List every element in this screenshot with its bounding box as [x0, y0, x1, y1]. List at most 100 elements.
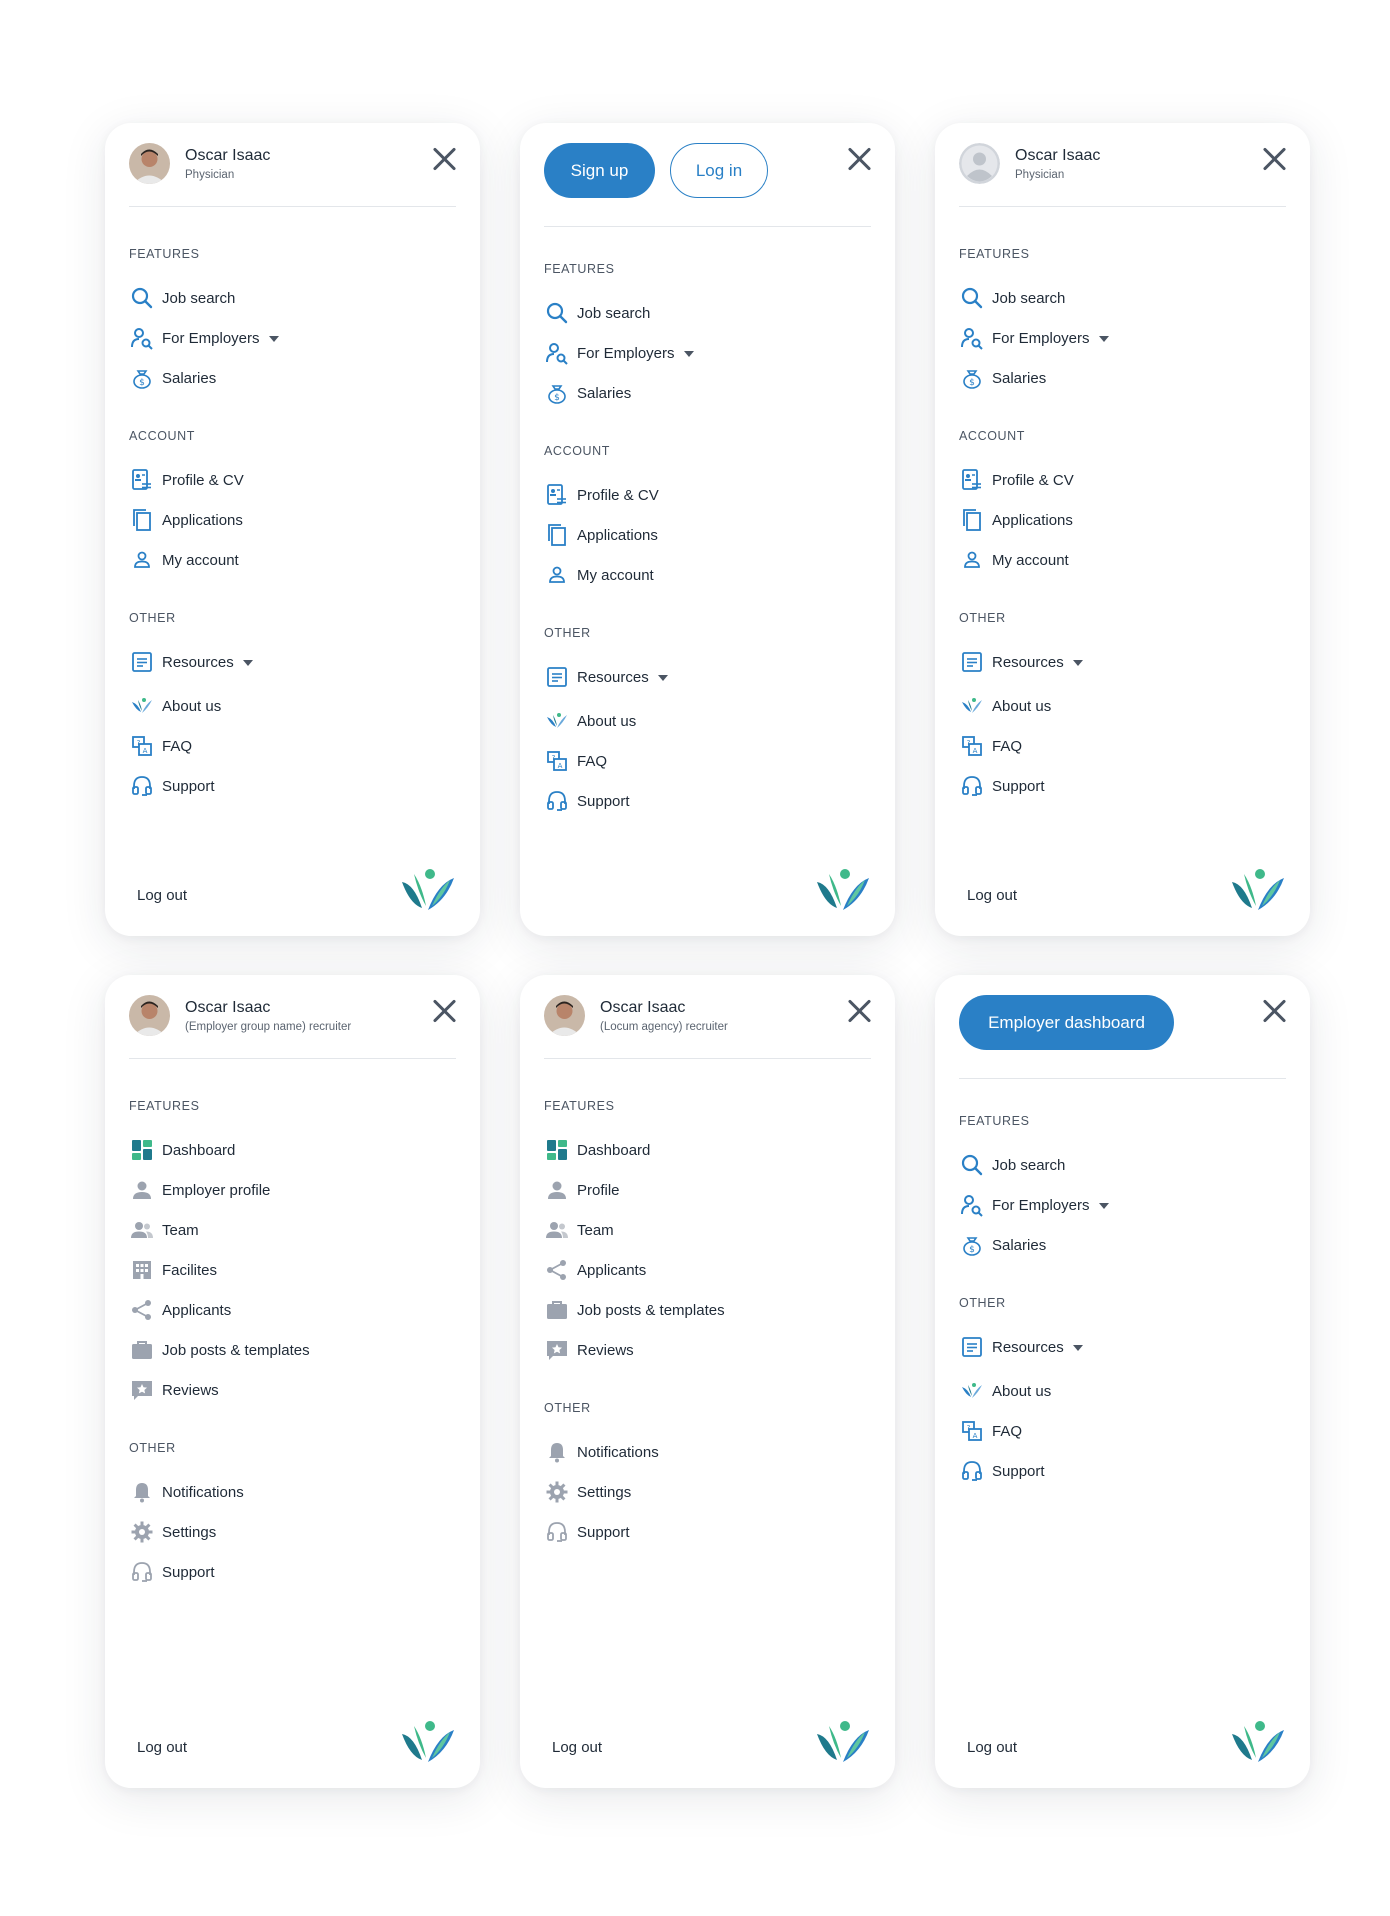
menu-item-about-us[interactable]: About us — [129, 686, 456, 726]
chevron-down-icon[interactable] — [1072, 659, 1083, 666]
menu-item-team[interactable]: Team — [544, 1210, 871, 1250]
brand-logo — [1230, 1720, 1286, 1766]
avatar[interactable] — [129, 143, 170, 184]
menu-item-label: Dashboard — [577, 1141, 651, 1159]
logout-link[interactable]: Log out — [967, 1739, 1017, 1756]
menu-item-resources[interactable]: Resources — [959, 1327, 1286, 1367]
menu-item-facilities[interactable]: Facilites — [129, 1250, 456, 1290]
avatar[interactable] — [129, 995, 170, 1036]
menu-item-faq[interactable]: ? A FAQ — [959, 726, 1286, 766]
menu-item-support[interactable]: Support — [129, 1552, 456, 1592]
menu-item-about-us[interactable]: About us — [959, 686, 1286, 726]
menu-item-support[interactable]: Support — [544, 1512, 871, 1552]
menu-item-reviews[interactable]: Reviews — [544, 1330, 871, 1370]
close-icon[interactable] — [1261, 998, 1287, 1024]
menu-item-employer-profile[interactable]: Employer profile — [129, 1170, 456, 1210]
menu-item-reviews[interactable]: Reviews — [129, 1370, 456, 1410]
avatar[interactable] — [544, 995, 585, 1036]
close-icon[interactable] — [431, 998, 457, 1024]
menu-item-for-employers[interactable]: For Employers — [959, 318, 1286, 358]
menu-item-for-employers[interactable]: For Employers — [544, 333, 871, 373]
menu-item-about-us[interactable]: About us — [959, 1371, 1286, 1411]
menu-panel-physician: Oscar Isaac Physician FEATURES Job searc… — [105, 123, 480, 936]
menu-item-label: Resources — [992, 1338, 1064, 1356]
menu-item-salaries[interactable]: $ Salaries — [959, 1225, 1286, 1265]
employer-dashboard-button[interactable]: Employer dashboard — [959, 995, 1174, 1050]
logout-link[interactable]: Log out — [137, 1739, 187, 1756]
sign-up-button[interactable]: Sign up — [544, 143, 655, 198]
menu-item-support[interactable]: Support — [544, 781, 871, 821]
menu-item-notifications[interactable]: Notifications — [544, 1432, 871, 1472]
menu-item-salaries[interactable]: $ Salaries — [129, 358, 456, 398]
close-icon[interactable] — [431, 146, 457, 172]
menu-item-applications[interactable]: Applications — [129, 500, 456, 540]
close-icon[interactable] — [846, 998, 872, 1024]
account-section: ACCOUNT Profile & CV Applications My acc… — [959, 428, 1286, 580]
menu-item-label: Support — [577, 792, 630, 810]
menu-item-dashboard[interactable]: Dashboard — [129, 1130, 456, 1170]
menu-item-applications[interactable]: Applications — [544, 515, 871, 555]
menu-item-my-account[interactable]: My account — [959, 540, 1286, 580]
menu-item-profile-cv[interactable]: Profile & CV — [544, 475, 871, 515]
menu-item-job-posts[interactable]: Job posts & templates — [544, 1290, 871, 1330]
menu-item-my-account[interactable]: My account — [129, 540, 456, 580]
menu-item-support[interactable]: Support — [129, 766, 456, 806]
menu-item-salaries[interactable]: $ Salaries — [544, 373, 871, 413]
menu-item-job-posts[interactable]: Job posts & templates — [129, 1330, 456, 1370]
menu-item-applicants[interactable]: Applicants — [129, 1290, 456, 1330]
menu-item-faq[interactable]: ? A FAQ — [544, 741, 871, 781]
menu-item-resources[interactable]: Resources — [129, 642, 456, 682]
faq-icon: ? A — [129, 734, 154, 759]
chevron-down-icon[interactable] — [683, 350, 694, 357]
close-icon[interactable] — [1261, 146, 1287, 172]
logout-link[interactable]: Log out — [552, 1739, 602, 1756]
chevron-down-icon[interactable] — [657, 674, 668, 681]
menu-item-label: About us — [992, 697, 1052, 715]
menu-item-profile-cv[interactable]: Profile & CV — [129, 460, 456, 500]
gear-icon — [129, 1520, 154, 1545]
menu-item-applications[interactable]: Applications — [959, 500, 1286, 540]
chevron-down-icon[interactable] — [1098, 1202, 1109, 1209]
other-section: OTHER Notifications Settings Support — [129, 1440, 456, 1592]
brand-logo — [400, 868, 456, 914]
other-section: OTHER Resources About us ? A FAQ Support — [959, 610, 1286, 806]
menu-item-profile[interactable]: Profile — [544, 1170, 871, 1210]
menu-item-label: Team — [162, 1221, 199, 1239]
menu-item-settings[interactable]: Settings — [544, 1472, 871, 1512]
logout-link[interactable]: Log out — [967, 887, 1017, 904]
menu-item-salaries[interactable]: $ Salaries — [959, 358, 1286, 398]
avatar-placeholder[interactable] — [959, 143, 1000, 184]
menu-item-faq[interactable]: ? A FAQ — [129, 726, 456, 766]
menu-item-resources[interactable]: Resources — [544, 657, 871, 697]
applications-icon — [129, 508, 154, 533]
menu-item-resources[interactable]: Resources — [959, 642, 1286, 682]
menu-item-notifications[interactable]: Notifications — [129, 1472, 456, 1512]
menu-item-job-search[interactable]: Job search — [959, 1145, 1286, 1185]
menu-item-dashboard[interactable]: Dashboard — [544, 1130, 871, 1170]
menu-item-settings[interactable]: Settings — [129, 1512, 456, 1552]
chevron-down-icon[interactable] — [1072, 1344, 1083, 1351]
menu-item-profile-cv[interactable]: Profile & CV — [959, 460, 1286, 500]
menu-item-my-account[interactable]: My account — [544, 555, 871, 595]
chevron-down-icon[interactable] — [242, 659, 253, 666]
menu-item-job-search[interactable]: Job search — [959, 278, 1286, 318]
menu-item-applicants[interactable]: Applicants — [544, 1250, 871, 1290]
menu-item-support[interactable]: Support — [959, 766, 1286, 806]
menu-item-for-employers[interactable]: For Employers — [129, 318, 456, 358]
close-icon[interactable] — [846, 146, 872, 172]
chevron-down-icon[interactable] — [268, 335, 279, 342]
logout-link[interactable]: Log out — [137, 887, 187, 904]
menu-item-support[interactable]: Support — [959, 1451, 1286, 1491]
menu-item-for-employers[interactable]: For Employers — [959, 1185, 1286, 1225]
menu-item-team[interactable]: Team — [129, 1210, 456, 1250]
menu-item-about-us[interactable]: About us — [544, 701, 871, 741]
user-search-icon — [129, 326, 154, 351]
log-in-button[interactable]: Log in — [670, 143, 768, 198]
section-title-features: FEATURES — [129, 247, 200, 261]
features-section: FEATURES Job search For Employers $ Sala… — [544, 261, 871, 413]
menu-item-faq[interactable]: ? A FAQ — [959, 1411, 1286, 1451]
menu-item-job-search[interactable]: Job search — [129, 278, 456, 318]
chevron-down-icon[interactable] — [1098, 335, 1109, 342]
menu-item-job-search[interactable]: Job search — [544, 293, 871, 333]
section-title-features: FEATURES — [544, 1099, 615, 1113]
